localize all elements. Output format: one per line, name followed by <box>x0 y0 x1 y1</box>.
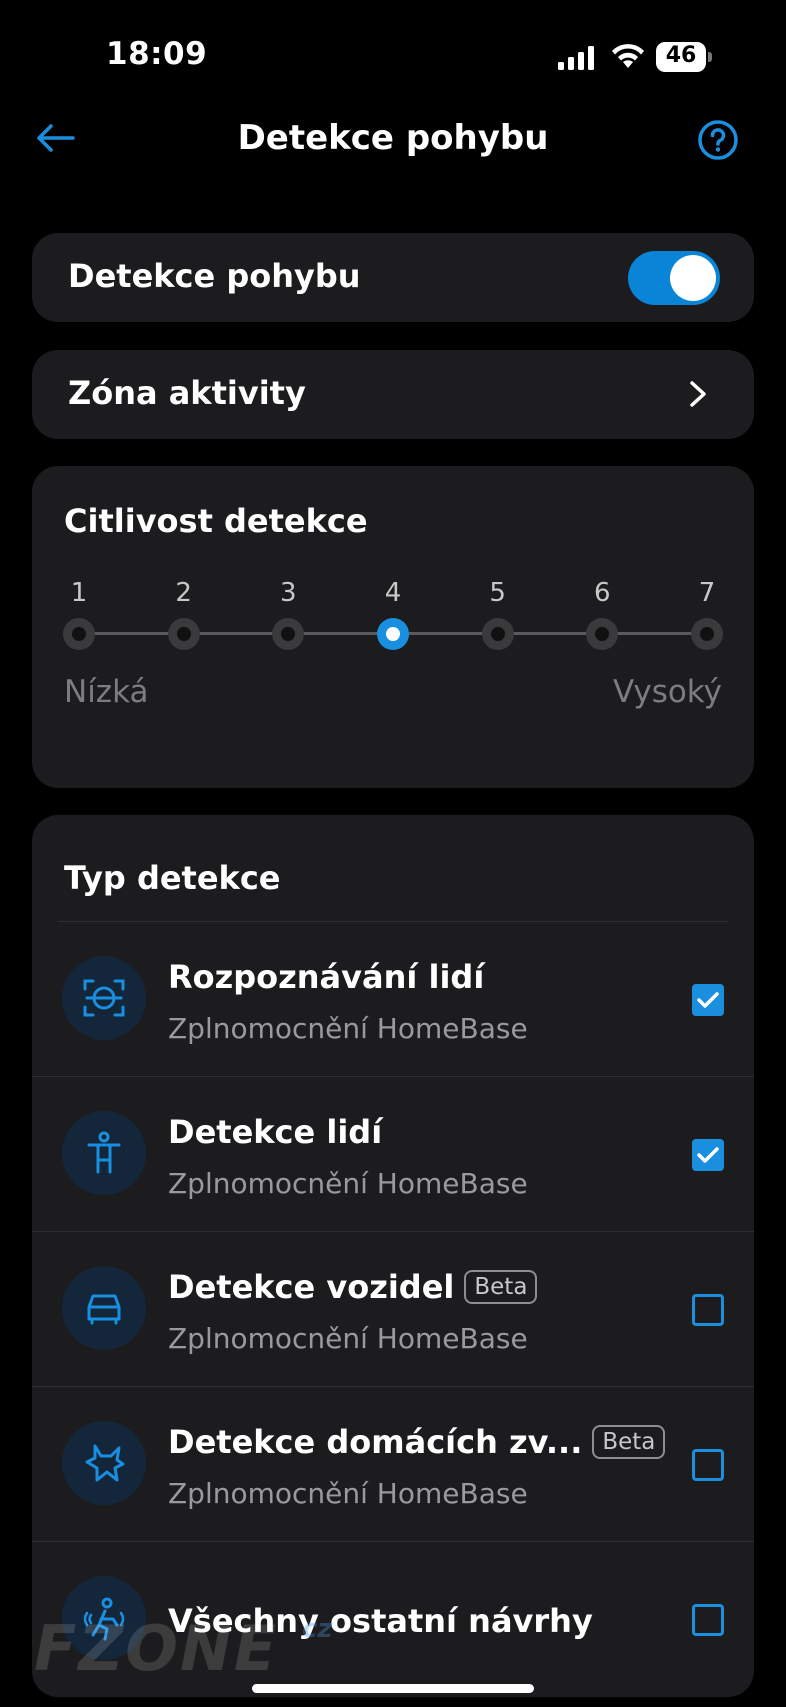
sensitivity-level-5-dot[interactable] <box>481 618 514 650</box>
pet-icon <box>62 1421 146 1505</box>
chevron-right-icon <box>690 381 706 407</box>
sensitivity-level-2-dot[interactable] <box>167 618 200 650</box>
sensitivity-level-3-dot[interactable] <box>272 618 305 650</box>
activity-zone-row[interactable]: Zóna aktivity <box>32 350 754 439</box>
activity-zone-label: Zóna aktivity <box>68 374 306 412</box>
detection-type-row[interactable]: Detekce vozidel Beta Zplnomocnění HomeBase <box>32 1231 754 1386</box>
detection-type-row[interactable]: Rozpoznávání lidí Zplnomocnění HomeBase <box>58 921 728 1076</box>
sensitivity-level-label: 2 <box>175 578 192 608</box>
detection-type-label: Detekce domácích zv... <box>168 1423 583 1461</box>
sensitivity-level-1-dot[interactable] <box>63 618 95 650</box>
sensitivity-level-label: 7 <box>698 578 716 608</box>
sensitivity-level-7-dot[interactable] <box>691 618 723 650</box>
detection-type-label: Detekce lidí <box>168 1113 383 1151</box>
detection-type-checkbox[interactable] <box>692 1139 724 1171</box>
detection-type-row[interactable]: Detekce lidí Zplnomocnění HomeBase <box>32 1076 754 1231</box>
sensitivity-level-label: 6 <box>594 578 611 608</box>
detection-type-title: Detekce lidí <box>168 1113 382 1151</box>
sensitivity-level-label: 5 <box>489 578 506 608</box>
battery-level: 46 <box>665 43 697 68</box>
detection-type-title: Typ detekce <box>64 859 281 897</box>
detection-type-checkbox[interactable] <box>692 1294 724 1326</box>
motion-detection-toggle[interactable] <box>628 251 720 305</box>
detection-type-row[interactable]: Detekce domácích zv... Beta Zplnomocnění H… <box>32 1386 754 1541</box>
detection-type-title: Detekce domácích zv... Beta <box>168 1423 666 1461</box>
detection-type-checkbox[interactable] <box>692 984 724 1016</box>
cellular-signal-icon <box>558 46 594 70</box>
detection-type-label: Rozpoznávání lidí <box>168 958 485 996</box>
page-title: Detekce pohybu <box>237 118 549 158</box>
detection-type-subtitle: Zplnomocnění HomeBase <box>168 1012 528 1045</box>
help-button[interactable] <box>694 116 742 164</box>
detection-type-checkbox[interactable] <box>692 1604 724 1636</box>
detection-type-checkbox[interactable] <box>692 1449 724 1481</box>
help-icon <box>698 120 738 160</box>
wifi-icon <box>612 44 644 68</box>
watermark-suffix: cz <box>302 1614 333 1644</box>
face-recognition-icon <box>62 956 146 1040</box>
detection-type-card: Typ detekce Rozpoznávání lidí Zplnomocněn… <box>32 815 754 1697</box>
battery-icon: 46 <box>656 42 712 72</box>
sensitivity-card: Citlivost detekce 1 2 3 4 5 6 7 Nízká Vysoký <box>32 466 754 788</box>
beta-badge: Beta <box>592 1425 666 1459</box>
checkmark-icon <box>697 1147 719 1163</box>
detection-type-subtitle: Zplnomocnění HomeBase <box>168 1167 528 1200</box>
sensitivity-level-label: 3 <box>280 578 297 608</box>
detection-type-subtitle: Zplnomocnění HomeBase <box>168 1322 528 1355</box>
sensitivity-high-label: Vysoký <box>612 674 722 710</box>
sensitivity-level-label: 4 <box>384 578 402 608</box>
person-icon <box>62 1111 146 1195</box>
beta-badge: Beta <box>464 1270 538 1304</box>
home-indicator[interactable] <box>252 1684 534 1693</box>
detection-type-title: Rozpoznávání lidí <box>168 958 484 996</box>
sensitivity-low-label: Nízká <box>64 674 149 710</box>
detection-type-title: Detekce vozidel Beta <box>168 1268 538 1306</box>
status-time: 18:09 <box>106 36 208 72</box>
checkmark-icon <box>697 992 719 1008</box>
watermark-logo: FZONE <box>34 1612 279 1685</box>
car-icon <box>62 1266 146 1350</box>
detection-type-label: Detekce vozidel <box>168 1268 455 1306</box>
sensitivity-title: Citlivost detekce <box>64 502 368 540</box>
motion-detection-card: Detekce pohybu <box>32 233 754 322</box>
header: Detekce pohybu <box>0 100 786 180</box>
detection-type-subtitle: Zplnomocnění HomeBase <box>168 1477 528 1510</box>
sensitivity-level-4-dot[interactable] <box>377 618 409 650</box>
sensitivity-level-6-dot[interactable] <box>586 618 619 650</box>
sensitivity-level-label: 1 <box>70 578 88 608</box>
motion-detection-label: Detekce pohybu <box>68 257 361 295</box>
